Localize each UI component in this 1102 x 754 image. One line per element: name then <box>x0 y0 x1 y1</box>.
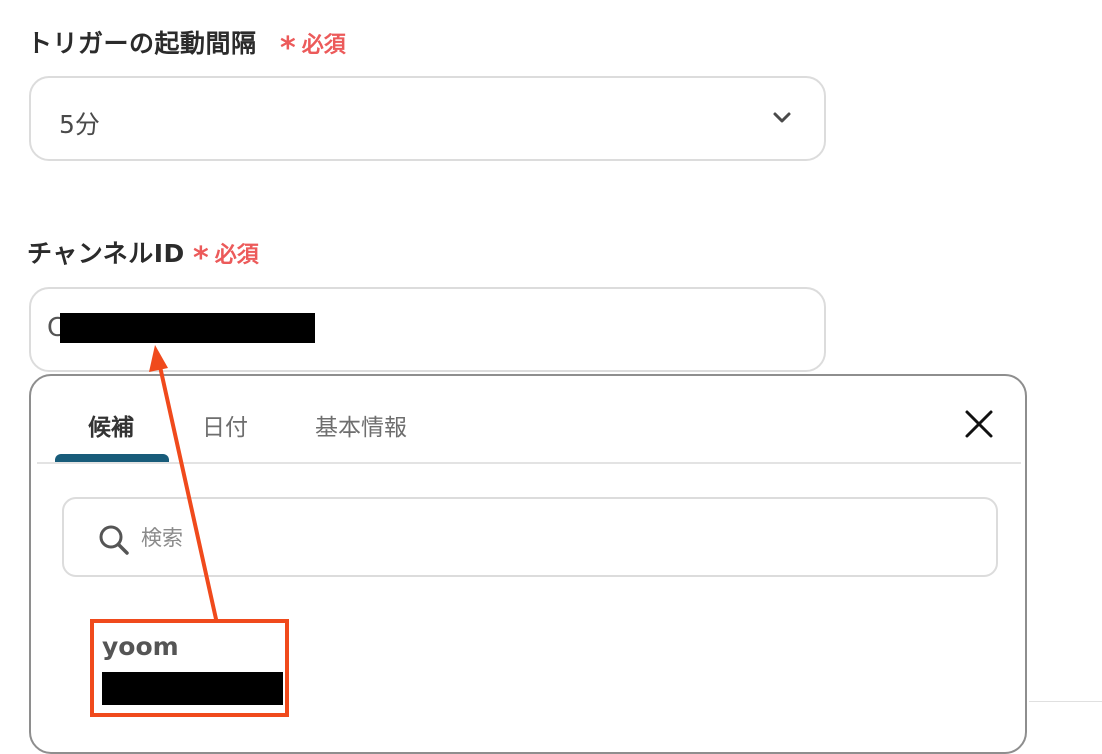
tab-candidates[interactable]: 候補 <box>88 408 134 442</box>
active-tab-indicator <box>55 454 169 462</box>
channel-id-input[interactable]: C <box>29 287 826 372</box>
background-divider <box>1029 701 1102 702</box>
candidate-item[interactable]: yoom <box>92 624 287 720</box>
channel-id-label: チャンネルID <box>27 239 185 268</box>
required-text: 必須 <box>214 243 259 268</box>
search-input[interactable] <box>139 517 843 559</box>
search-field[interactable] <box>62 497 998 577</box>
trigger-interval-required: * 必須 <box>280 27 346 66</box>
tabs-divider <box>37 462 1021 464</box>
redacted-candidate-id <box>102 672 283 705</box>
trigger-interval-select[interactable]: 5分 <box>29 76 826 161</box>
required-text: 必須 <box>301 33 346 58</box>
trigger-interval-label: トリガーの起動間隔 <box>27 29 257 58</box>
redacted-channel-id <box>60 313 315 343</box>
chevron-down-icon <box>773 112 791 123</box>
candidate-name: yoom <box>102 632 179 661</box>
tab-basic-info[interactable]: 基本情報 <box>315 408 407 442</box>
trigger-interval-value: 5分 <box>59 110 100 139</box>
required-asterisk: * <box>280 31 296 66</box>
suggestion-dropdown: 候補 日付 基本情報 yoom <box>29 374 1027 754</box>
channel-id-required: * 必須 <box>193 237 259 276</box>
required-asterisk: * <box>193 241 209 276</box>
close-icon[interactable] <box>963 408 995 440</box>
tab-date[interactable]: 日付 <box>202 408 248 442</box>
search-icon <box>99 525 129 555</box>
